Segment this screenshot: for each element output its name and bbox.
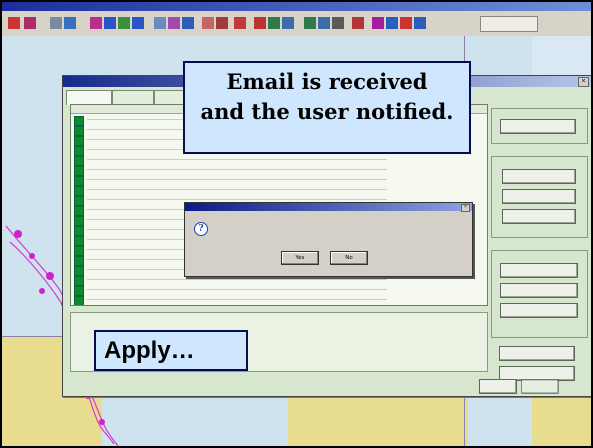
update-confirmation-alert: × ? Yes No	[184, 202, 473, 277]
toolbar-tool-icon[interactable]	[132, 17, 144, 29]
row-text-placeholder	[87, 159, 387, 160]
toolbar-tool-icon[interactable]	[332, 17, 344, 29]
toolbar-tool-icon[interactable]	[304, 17, 316, 29]
toolbar-tool-icon[interactable]	[202, 17, 214, 29]
row-text-placeholder	[87, 169, 387, 170]
list-item[interactable]	[71, 285, 487, 296]
toolbar-tool-icon[interactable]	[8, 17, 20, 29]
row-text-placeholder	[87, 179, 387, 180]
close-icon[interactable]: ×	[461, 204, 470, 212]
toolbar-tool-icon[interactable]	[318, 17, 330, 29]
tab-1[interactable]	[66, 90, 112, 105]
toolbar-tool-icon[interactable]	[64, 17, 76, 29]
callout-line-1: Email is received	[226, 69, 428, 94]
email-received-callout: Email is received and the user notified.	[183, 61, 471, 154]
action-button[interactable]	[499, 346, 575, 361]
chart-status-icon	[74, 296, 84, 305]
toolbar-tool-icon[interactable]	[414, 17, 426, 29]
tab-2[interactable]	[112, 90, 154, 104]
action-button[interactable]	[500, 263, 578, 278]
toolbar-tool-icon[interactable]	[400, 17, 412, 29]
no-button[interactable]: No	[330, 251, 368, 265]
row-text-placeholder	[87, 199, 387, 200]
row-text-placeholder	[87, 279, 387, 280]
action-button[interactable]	[502, 169, 576, 184]
toolbar-tool-icon[interactable]	[154, 17, 166, 29]
toolbar-tool-icon[interactable]	[234, 17, 246, 29]
apply-callout: Apply…	[94, 330, 248, 371]
list-item[interactable]	[71, 185, 487, 196]
toolbar-tool-icon[interactable]	[386, 17, 398, 29]
toolbar-tool-icon[interactable]	[372, 17, 384, 29]
land-area	[288, 392, 468, 446]
list-item[interactable]	[71, 155, 487, 166]
callout-line-2: and the user notified.	[200, 99, 454, 124]
action-button[interactable]	[502, 209, 576, 224]
toolbar-tool-icon[interactable]	[282, 17, 294, 29]
group-1	[491, 108, 588, 144]
list-item[interactable]	[71, 295, 487, 305]
toolbar-tool-icon[interactable]	[118, 17, 130, 29]
question-icon: ?	[194, 222, 208, 236]
list-item[interactable]	[71, 175, 487, 186]
action-button[interactable]	[500, 119, 576, 134]
action-button[interactable]	[500, 303, 578, 318]
screenshot-stage: × × ? Yes No Email is received and the u…	[2, 2, 591, 446]
toolbar-tool-icon[interactable]	[168, 17, 180, 29]
toolbar-tool-icon[interactable]	[254, 17, 266, 29]
position-readout	[480, 16, 538, 32]
toolbar-tool-icon[interactable]	[268, 17, 280, 29]
toolbar-tool-icon[interactable]	[50, 17, 62, 29]
yes-button[interactable]: Yes	[281, 251, 319, 265]
window-title-bar	[2, 2, 591, 11]
toolbar-tool-icon[interactable]	[352, 17, 364, 29]
list-item[interactable]	[71, 165, 487, 176]
close-icon[interactable]: ×	[578, 77, 589, 87]
alert-title-bar: ×	[185, 203, 472, 212]
main-toolbar	[2, 11, 591, 37]
group-2	[491, 156, 588, 238]
dialog-button[interactable]	[521, 379, 559, 394]
row-text-placeholder	[87, 189, 387, 190]
toolbar-tool-icon[interactable]	[182, 17, 194, 29]
action-button[interactable]	[500, 283, 578, 298]
dialog-button[interactable]	[479, 379, 517, 394]
dialog-actions	[491, 104, 588, 381]
toolbar-tool-icon[interactable]	[24, 17, 36, 29]
toolbar-tool-icon[interactable]	[104, 17, 116, 29]
action-button[interactable]	[502, 189, 576, 204]
group-3	[491, 250, 588, 338]
toolbar-tool-icon[interactable]	[216, 17, 228, 29]
row-text-placeholder	[87, 289, 387, 290]
toolbar-tool-icon[interactable]	[90, 17, 102, 29]
row-text-placeholder	[87, 299, 387, 300]
